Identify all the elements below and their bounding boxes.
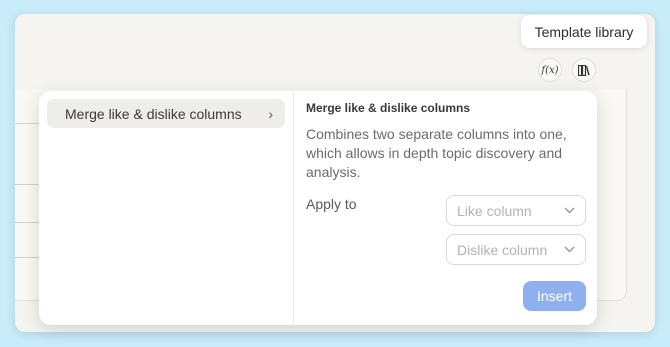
chevron-down-icon [564,246,575,253]
function-icon-label: f(x) [541,64,559,76]
template-list: Merge like & dislike columns › [39,91,294,325]
template-item-merge[interactable]: Merge like & dislike columns › [47,99,285,128]
dislike-column-select[interactable]: Dislike column [446,234,586,265]
apply-to-label: Apply to [306,196,357,212]
detail-description: Combines two separate columns into one, … [306,126,567,180]
insert-button[interactable]: Insert [523,281,586,311]
template-popover: Merge like & dislike columns › Merge lik… [39,91,597,325]
template-detail: Merge like & dislike columns Combines tw… [294,91,597,325]
detail-title: Merge like & dislike columns [306,101,471,115]
chevron-down-icon [564,207,575,214]
chevron-right-icon: › [268,105,273,122]
dislike-column-placeholder: Dislike column [457,241,548,258]
template-library-tooltip: Template library [521,15,647,48]
like-column-placeholder: Like column [457,202,532,219]
like-column-select[interactable]: Like column [446,195,586,226]
function-icon[interactable]: f(x) [538,58,562,82]
library-icon[interactable] [572,58,596,82]
books-icon [578,64,590,76]
template-item-label: Merge like & dislike columns [65,105,242,122]
